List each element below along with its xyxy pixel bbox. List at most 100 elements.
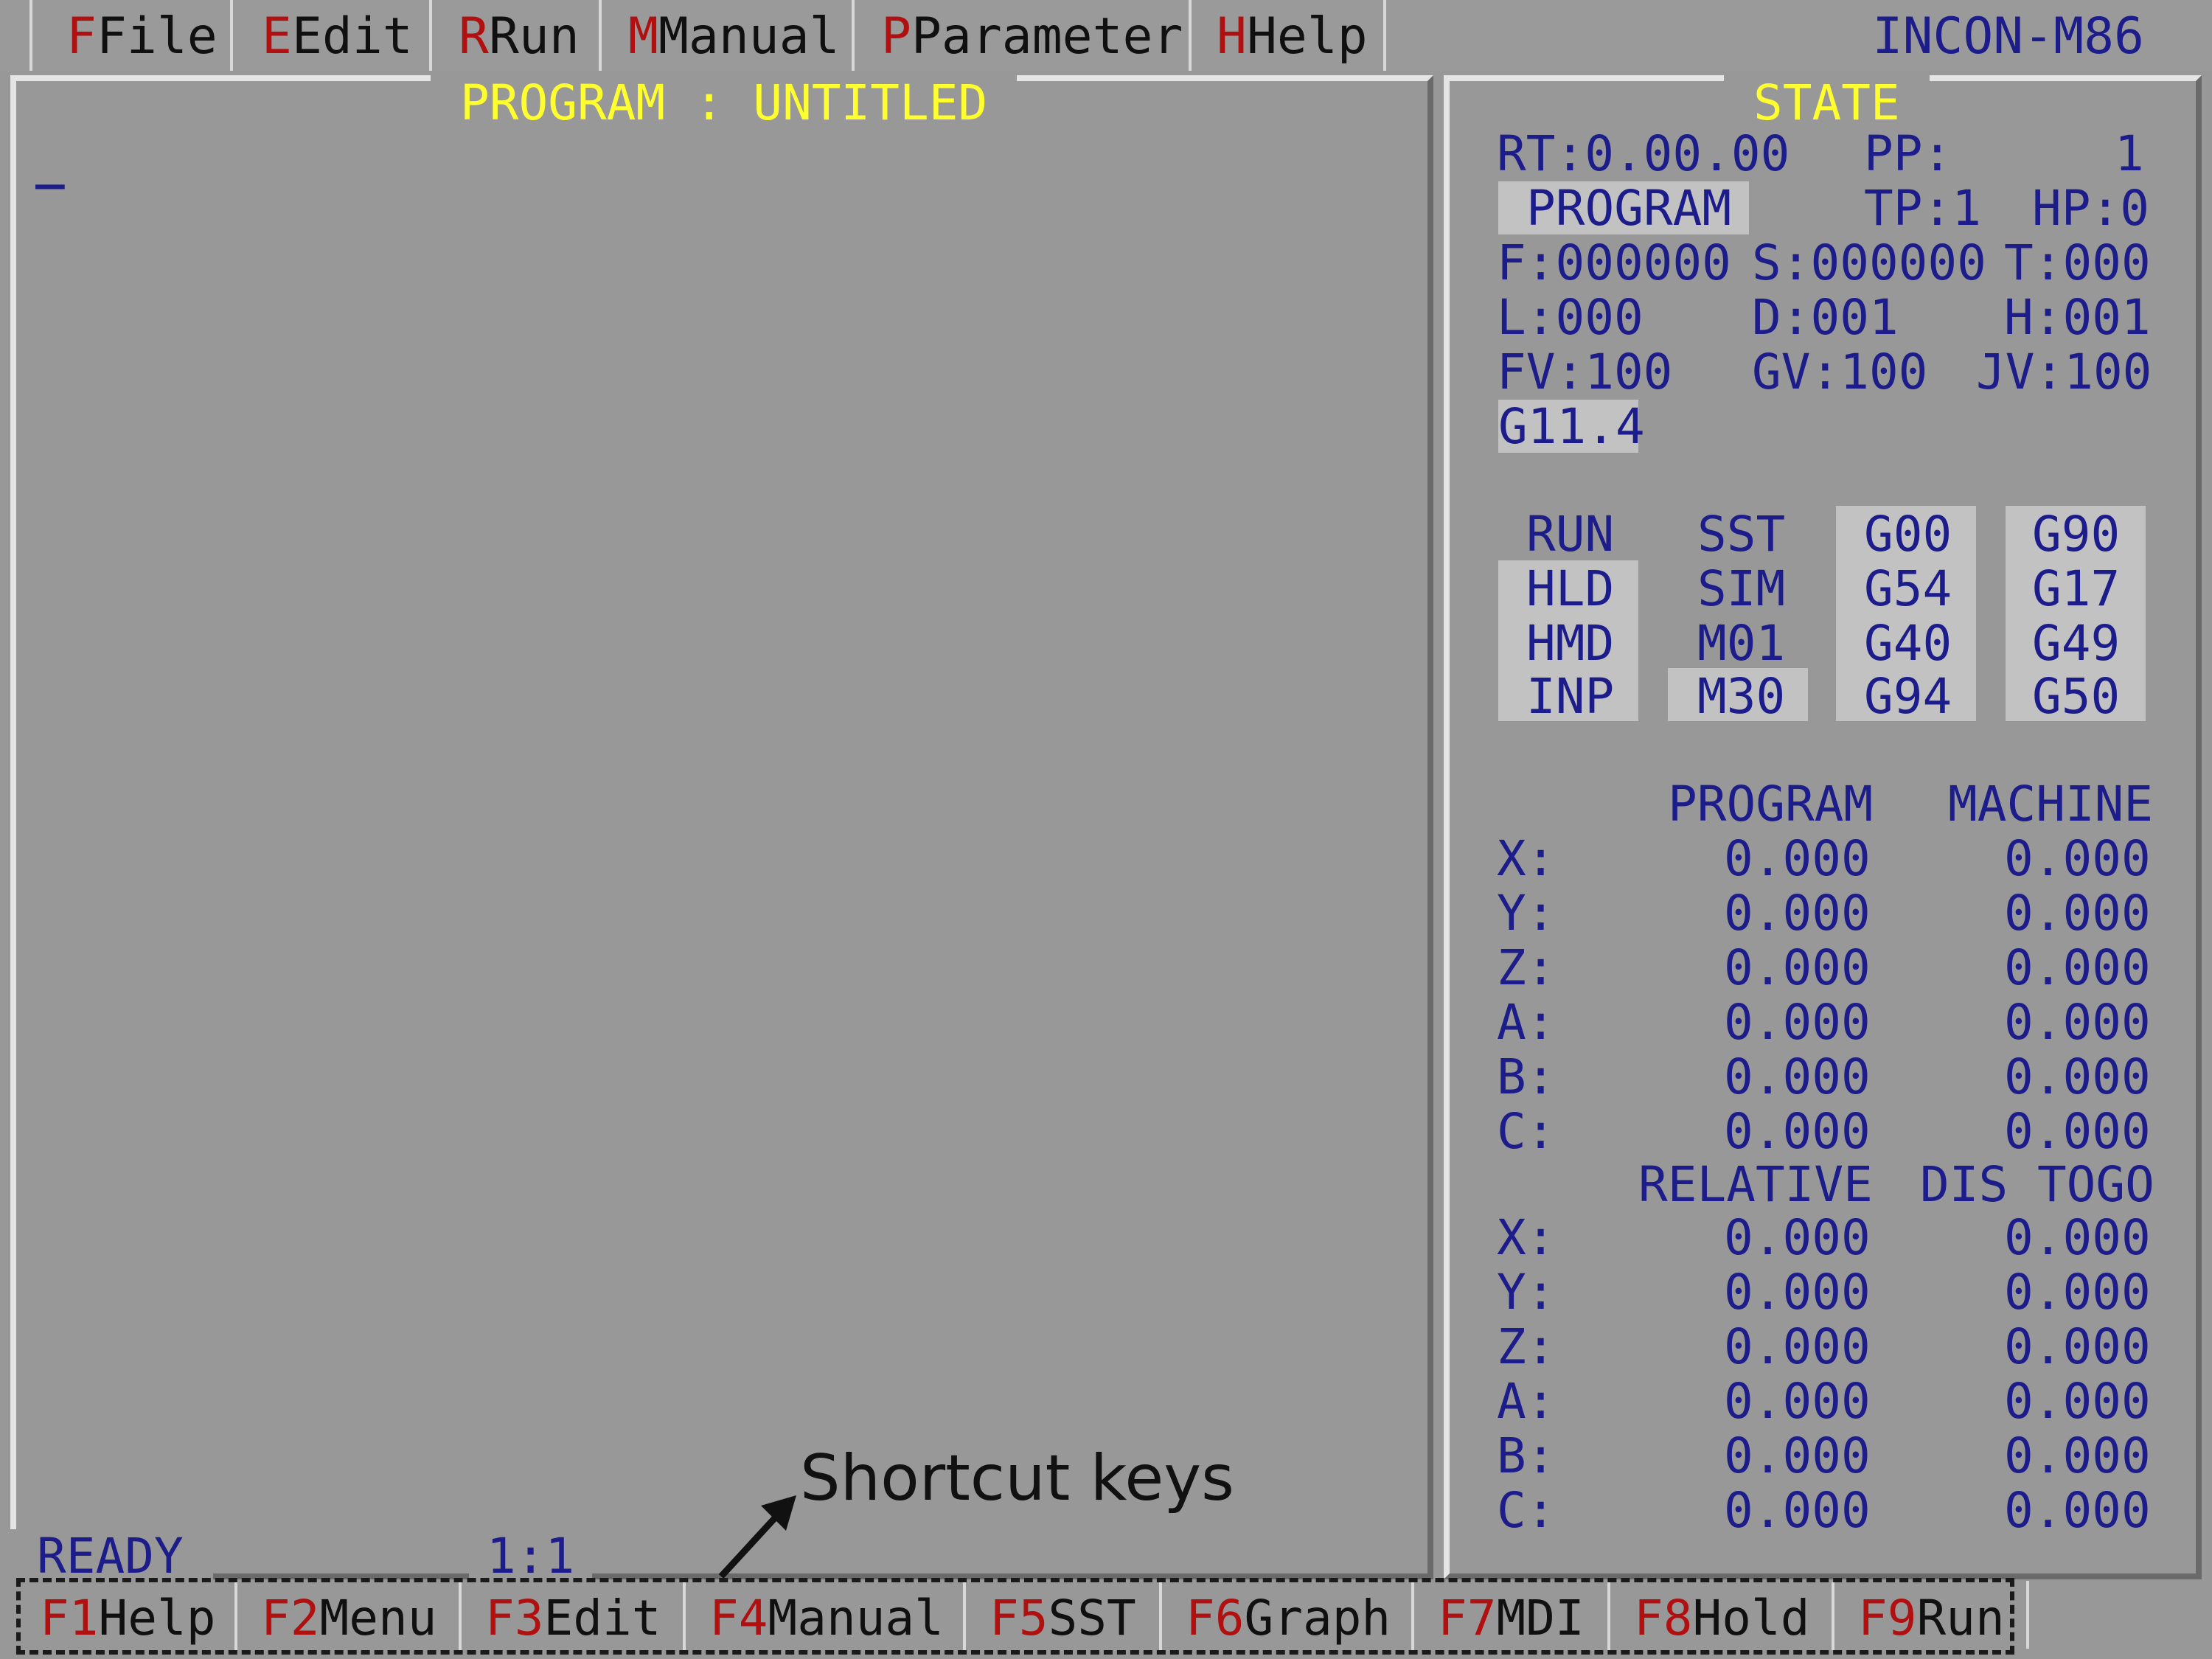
fkey-label: Manual	[768, 1590, 944, 1646]
coord-value: 0.000	[2004, 1209, 2151, 1266]
fkey-number: F9	[1858, 1590, 1917, 1646]
coord-value: 0.000	[1724, 939, 1871, 996]
flag-g17: G17	[2032, 560, 2121, 617]
coord-value: 0.000	[1724, 885, 1871, 942]
fkey-f8-hold[interactable]: F8Hold	[1615, 1582, 1809, 1650]
gv-value: GV:100	[1752, 344, 1928, 400]
flag-g00: G00	[1864, 506, 1952, 563]
status-text: READY	[7, 1529, 213, 1584]
menu-separator	[230, 0, 233, 71]
menu-bar: FFile EEdit RRun MManual PParameter HHel…	[0, 0, 2212, 71]
coord-axis: C:	[1497, 1482, 1556, 1539]
fkey-f3-edit[interactable]: F3Edit	[466, 1582, 661, 1650]
flag-g94: G94	[1864, 668, 1952, 725]
fkey-number: F6	[1186, 1590, 1245, 1646]
annotation-arrow-icon	[718, 1495, 796, 1579]
d-value: D:001	[1752, 289, 1899, 346]
coord-value: 0.000	[2004, 1427, 2151, 1484]
fkey-separator	[459, 1582, 462, 1650]
fkey-number: F1	[40, 1590, 99, 1646]
menu-file[interactable]: FFile	[59, 0, 218, 71]
fkey-number: F8	[1634, 1590, 1693, 1646]
mode-indicator: PROGRAM	[1526, 180, 1732, 237]
coord-value: 0.000	[2004, 1482, 2151, 1539]
menu-hotkey: E	[262, 7, 292, 66]
flag-g49: G49	[2032, 615, 2121, 672]
coord-axis: B:	[1497, 1048, 1556, 1105]
menu-hotkey: M	[628, 7, 658, 66]
coord-value: 0.000	[2004, 1048, 2151, 1105]
pp-label: PP:	[1864, 125, 1952, 182]
run-time: RT:0.00.00	[1497, 125, 1790, 182]
coord-header-program: PROGRAM	[1668, 776, 1874, 832]
flag-g54: G54	[1864, 560, 1952, 617]
fkey-label: SST	[1048, 1590, 1136, 1646]
tool-value: T:000	[2004, 234, 2151, 291]
coord-axis: X:	[1497, 830, 1556, 887]
fkey-label: Run	[1916, 1590, 2005, 1646]
gcode-value: G11.4	[1498, 398, 1645, 455]
menu-label: Help	[1246, 7, 1368, 66]
fkey-label: MDI	[1496, 1590, 1585, 1646]
menu-separator	[429, 0, 432, 71]
menu-hotkey: H	[1217, 7, 1247, 66]
menu-help[interactable]: HHelp	[1209, 0, 1368, 71]
fkey-number: F7	[1438, 1590, 1497, 1646]
coord-header-relative: RELATIVE	[1638, 1156, 1873, 1213]
flag-inp: INP	[1526, 668, 1615, 725]
coord-header-machine: MACHINE	[1948, 776, 2154, 832]
menu-separator	[599, 0, 602, 71]
coord-axis: A:	[1497, 1373, 1556, 1430]
fkey-separator	[683, 1582, 686, 1650]
coord-value: 0.000	[1724, 1373, 1871, 1430]
fkey-f7-mdi[interactable]: F7MDI	[1419, 1582, 1585, 1650]
jv-value: JV:100	[1976, 344, 2152, 400]
fkey-f2-menu[interactable]: F2Menu	[242, 1582, 437, 1650]
flag-g50: G50	[2032, 668, 2121, 725]
menu-label: Parameter	[911, 7, 1183, 66]
fkey-separator	[1411, 1582, 1414, 1650]
annotation-label: Shortcut keys	[800, 1441, 1234, 1515]
program-panel[interactable]	[10, 75, 1433, 1579]
program-title: PROGRAM : UNTITLED	[431, 74, 1018, 133]
menu-hotkey: P	[881, 7, 911, 66]
fkey-f1-help[interactable]: F1Help	[21, 1582, 215, 1650]
spindle-value: S:000000	[1752, 234, 1986, 291]
coord-value: 0.000	[2004, 1103, 2151, 1160]
fkey-label: Graph	[1244, 1590, 1391, 1646]
menu-manual[interactable]: MManual	[621, 0, 840, 71]
fkey-separator	[234, 1582, 237, 1650]
fkey-number: F5	[990, 1590, 1048, 1646]
coord-value: 0.000	[1724, 1264, 1871, 1321]
fkey-f6-graph[interactable]: F6Graph	[1166, 1582, 1391, 1650]
coord-value: 0.000	[1724, 1427, 1871, 1484]
fkey-number: F4	[709, 1590, 768, 1646]
menu-parameter[interactable]: PParameter	[874, 0, 1183, 71]
menu-label: Manual	[658, 7, 840, 66]
menu-run[interactable]: RRun	[451, 0, 580, 71]
menu-edit[interactable]: EEdit	[254, 0, 413, 71]
brand-label: INCON-M86	[1872, 7, 2144, 66]
tp-value: TP:1	[1864, 180, 1981, 237]
flag-g90: G90	[2032, 506, 2121, 563]
fkey-separator	[2026, 1581, 2029, 1649]
menu-separator	[1189, 0, 1192, 71]
flag-sst: SST	[1697, 506, 1786, 563]
fkey-separator	[1607, 1582, 1610, 1650]
coord-value: 0.000	[1724, 1482, 1871, 1539]
flag-hld: HLD	[1526, 560, 1615, 617]
menu-hotkey: R	[459, 7, 489, 66]
function-key-bar: F1Help F2Menu F3Edit F4Manual F5SST F6Gr…	[16, 1578, 2014, 1655]
flag-m30: M30	[1697, 668, 1786, 725]
flag-sim: SIM	[1697, 560, 1786, 617]
fkey-f4-manual[interactable]: F4Manual	[690, 1582, 944, 1650]
fkey-separator	[963, 1582, 966, 1650]
coord-value: 0.000	[2004, 994, 2151, 1051]
fkey-f5-sst[interactable]: F5SST	[970, 1582, 1136, 1650]
coord-value: 0.000	[2004, 1373, 2151, 1430]
feed-value: F:000000	[1497, 234, 1731, 291]
fkey-f9-run[interactable]: F9Run	[1839, 1582, 2005, 1650]
flag-hmd: HMD	[1526, 615, 1615, 672]
l-value: L:000	[1497, 289, 1644, 346]
text-cursor: _	[35, 133, 65, 189]
